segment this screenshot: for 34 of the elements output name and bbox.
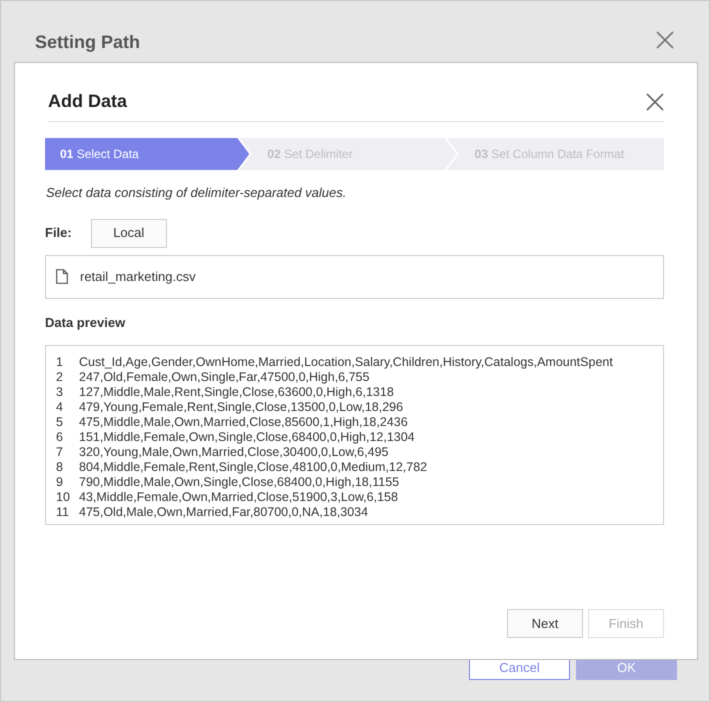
next-button[interactable]: Next xyxy=(507,609,583,638)
preview-line: 804,Middle,Female,Rent,Single,Close,48100,0,Medium,12,782 xyxy=(79,460,428,475)
local-button[interactable]: Local xyxy=(90,218,167,248)
preview-line: 475,Old,Male,Own,Married,Far,80700,0,NA,18,3034 xyxy=(79,505,368,520)
line-number: 4 xyxy=(55,400,64,415)
line-number: 5 xyxy=(55,415,64,430)
preview-line: 479,Young,Female,Rent,Single,Close,13500,0,Low,18,296 xyxy=(79,400,404,415)
close-icon[interactable] xyxy=(656,31,674,49)
line-number: 11 xyxy=(55,505,70,520)
line-number: 10 xyxy=(55,490,71,505)
file-label: File: xyxy=(45,224,72,242)
dialog-title: Setting Path xyxy=(35,31,140,54)
line-number: 6 xyxy=(55,430,64,445)
line-number: 9 xyxy=(55,475,64,490)
step-tab[interactable]: 01 Select Data xyxy=(45,138,250,170)
line-number: 2 xyxy=(55,370,64,385)
preview-label: Data preview xyxy=(45,314,126,332)
line-number: 8 xyxy=(55,460,64,475)
description-text: Select data consisting of delimiter-separated values. xyxy=(46,184,348,202)
line-number: 3 xyxy=(55,385,64,400)
preview-line: 247,Old,Female,Own,Single,Far,47500,0,High,6,755 xyxy=(79,370,370,385)
preview-line: 151,Middle,Female,Own,Single,Close,68400,0,High,12,1304 xyxy=(79,430,415,445)
dialog-title: Add Data xyxy=(48,91,128,113)
line-number: 7 xyxy=(55,445,64,460)
file-icon xyxy=(56,269,68,284)
preview-line: 43,Middle,Female,Own,Married,Close,51900,3,Low,6,158 xyxy=(79,490,398,505)
preview-line: 127,Middle,Male,Rent,Single,Close,63600,0,High,6,1318 xyxy=(79,385,394,400)
close-icon[interactable] xyxy=(646,93,664,111)
file-name: retail_marketing.csv xyxy=(80,268,196,286)
preview-line: 320,Young,Male,Own,Married,Close,30400,0,Low,6,495 xyxy=(79,445,388,460)
preview-line: Cust_Id,Age,Gender,OwnHome,Married,Location,Salary,Children,History,Catalogs,AmountSpent xyxy=(79,355,613,370)
preview-line: 475,Middle,Male,Own,Married,Close,85600,1,High,18,2436 xyxy=(79,415,408,430)
line-number: 1 xyxy=(55,355,64,370)
preview-line: 790,Middle,Male,Own,Single,Close,68400,0,High,18,1155 xyxy=(79,475,400,490)
